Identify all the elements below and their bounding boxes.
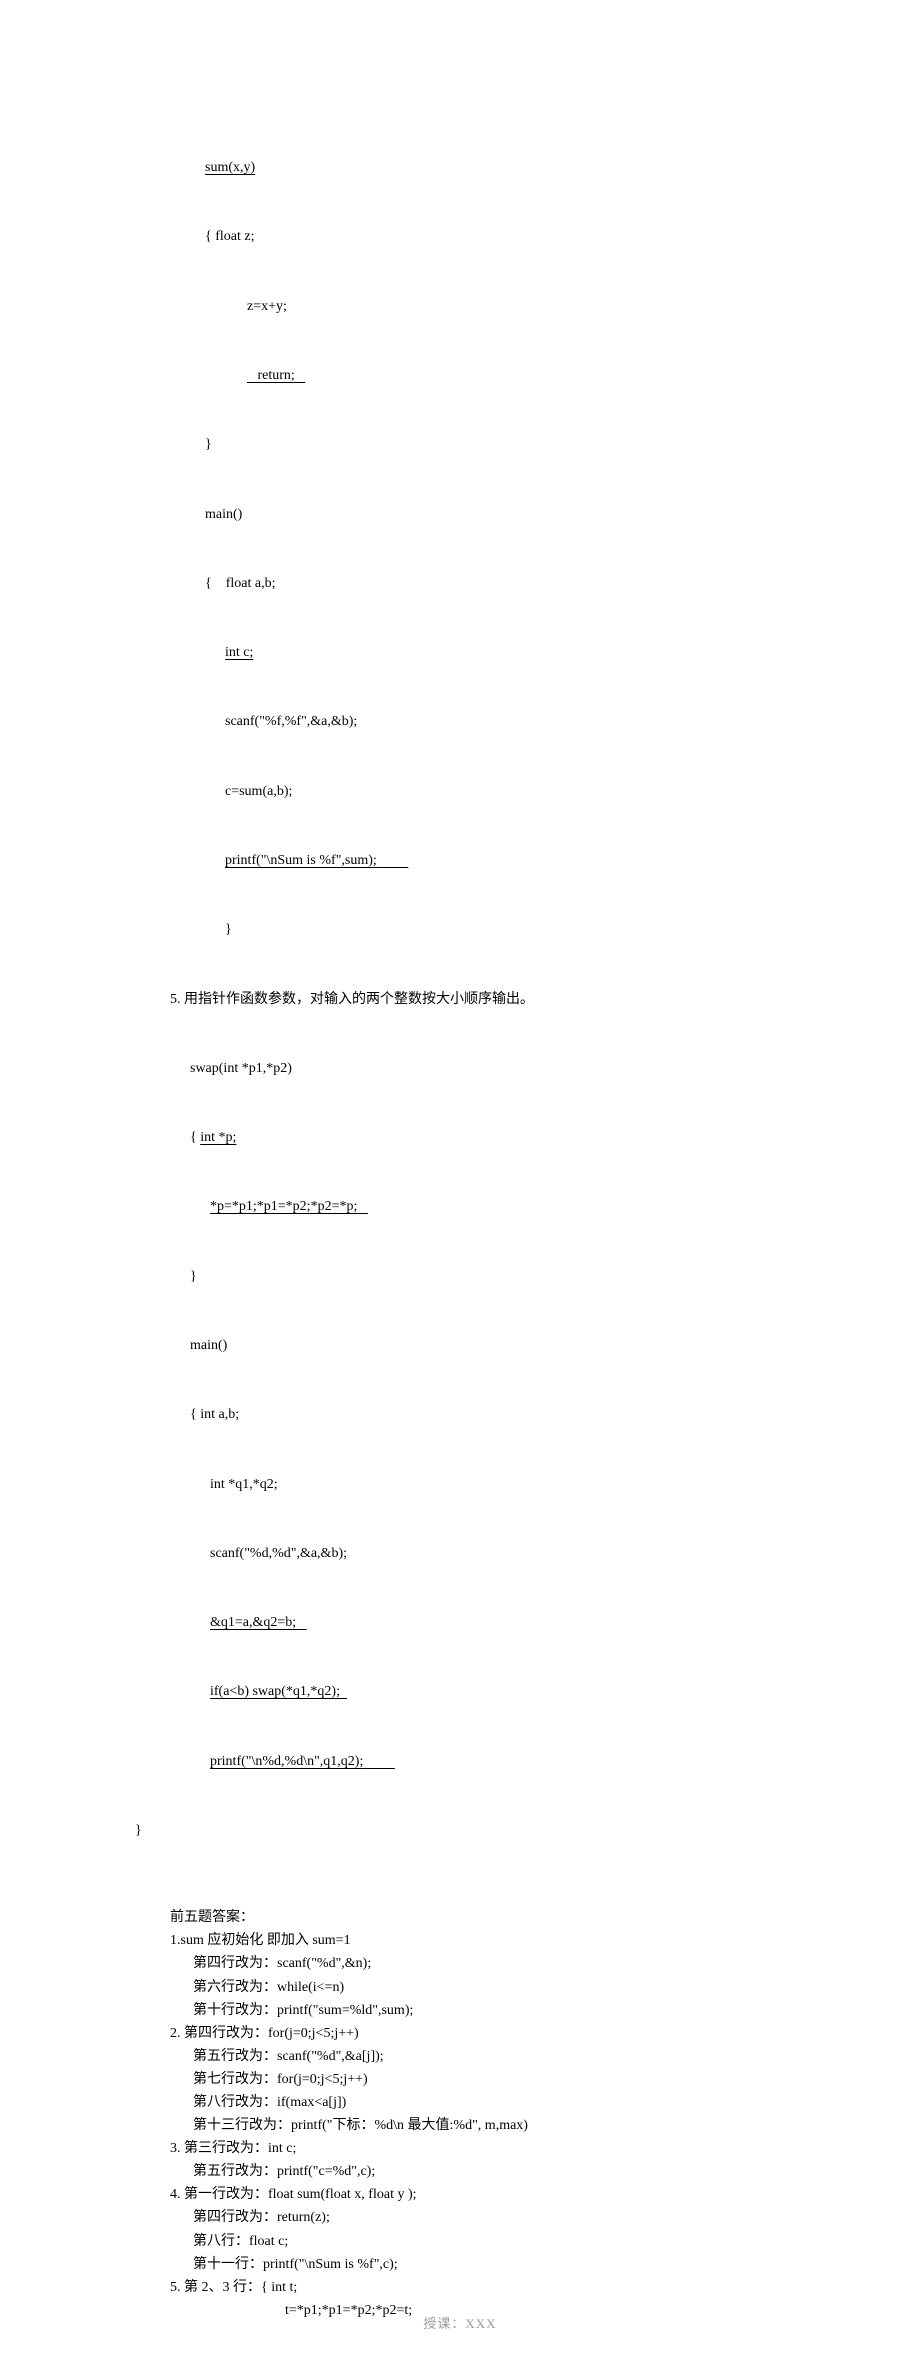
answer-line: 4. 第一行改为：float sum(float x, float y ); — [135, 2183, 840, 2206]
code-line: main() — [135, 1334, 840, 1357]
code-line: c=sum(a,b); — [135, 780, 840, 803]
code-line: int *q1,*q2; — [135, 1473, 840, 1496]
code-line: scanf("%f,%f",&a,&b); — [135, 710, 840, 733]
code-line: swap(int *p1,*p2) — [135, 1057, 840, 1080]
code-line: &q1=a,&q2=b; — [210, 1615, 307, 1630]
code-line: { float z; — [135, 225, 840, 248]
code-line: z=x+y; — [135, 295, 840, 318]
code-line: } — [135, 433, 840, 456]
answer-line: 第五行改为：printf("c=%d",c); — [135, 2160, 840, 2183]
code-line: } — [135, 1819, 840, 1842]
code-block-4: sum(x,y) { float z; z=x+y; return; } mai… — [135, 110, 840, 988]
answers-section: 前五题答案： 1.sum 应初始化 即加入 sum=1 第四行改为：scanf(… — [135, 1906, 840, 2322]
question-5-title: 5. 用指针作函数参数，对输入的两个整数按大小顺序输出。 — [135, 988, 840, 1011]
answer-line: 第七行改为：for(j=0;j<5;j++) — [135, 2068, 840, 2091]
code-line: main() — [135, 503, 840, 526]
answer-line: 2. 第四行改为：for(j=0;j<5;j++) — [135, 2022, 840, 2045]
code-line: { float a,b; — [135, 572, 840, 595]
code-line: { int a,b; — [135, 1403, 840, 1426]
code-line: int c; — [225, 645, 253, 660]
code-line: int *p; — [200, 1130, 236, 1145]
code-line: sum(x,y) — [205, 160, 255, 175]
code-line: return; — [247, 368, 305, 383]
answer-line: 第八行改为：if(max<a[j]) — [135, 2091, 840, 2114]
answer-line: 第四行改为：scanf("%d",&n); — [135, 1952, 840, 1975]
answer-line: 第十行改为：printf("sum=%ld",sum); — [135, 1999, 840, 2022]
code-line: printf("\nSum is %f",sum); — [225, 853, 408, 868]
code-line: } — [135, 918, 840, 941]
code-line: *p=*p1;*p1=*p2;*p2=*p; — [210, 1199, 368, 1214]
answers-header: 前五题答案： — [135, 1906, 840, 1929]
answer-line: 第六行改为：while(i<=n) — [135, 1976, 840, 1999]
answer-line: 第十三行改为：printf("下标：%d\n 最大值:%d", m,max) — [135, 2114, 840, 2137]
code-line: scanf("%d,%d",&a,&b); — [135, 1542, 840, 1565]
answer-line: 3. 第三行改为：int c; — [135, 2137, 840, 2160]
code-line: if(a<b) swap(*q1,*q2); — [210, 1684, 347, 1699]
code-line: printf("\n%d,%d\n",q1,q2); — [210, 1754, 395, 1769]
answer-line: 第十一行：printf("\nSum is %f",c); — [135, 2253, 840, 2276]
answer-line: 第八行：float c; — [135, 2230, 840, 2253]
answer-line: 1.sum 应初始化 即加入 sum=1 — [135, 1929, 840, 1952]
answer-line: 第四行改为：return(z); — [135, 2206, 840, 2229]
code-block-5: swap(int *p1,*p2) { int *p; *p=*p1;*p1=*… — [135, 1011, 840, 1889]
answer-line: 第五行改为：scanf("%d",&a[j]); — [135, 2045, 840, 2068]
answer-line: 5. 第 2、3 行：{ int t; — [135, 2276, 840, 2299]
document-page: sum(x,y) { float z; z=x+y; return; } mai… — [0, 0, 920, 2362]
code-line: } — [135, 1265, 840, 1288]
page-footer: 授课：XXX — [0, 2313, 920, 2332]
